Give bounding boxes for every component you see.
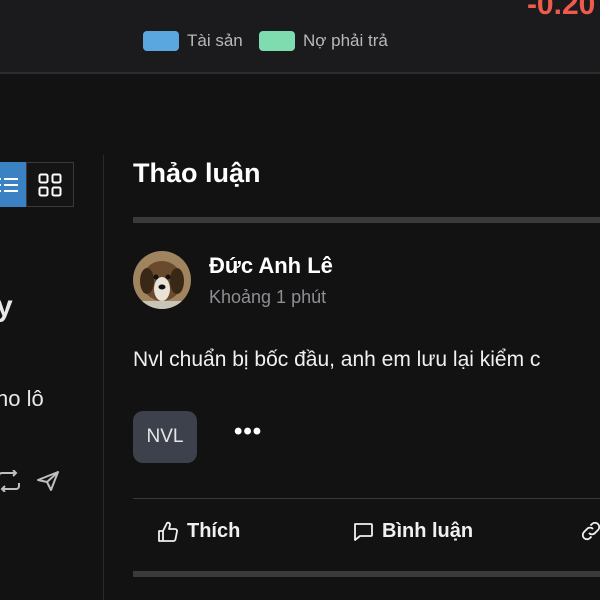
bottom-divider — [133, 571, 600, 577]
legend-label-assets: Tài sản — [187, 31, 243, 50]
section-title: Thảo luận — [133, 158, 261, 188]
list-view-button[interactable] — [0, 162, 26, 207]
grid-icon — [38, 173, 62, 196]
panel-divider — [103, 155, 104, 600]
share-link-button[interactable] — [580, 520, 600, 542]
post-timestamp: Khoảng 1 phút — [209, 287, 327, 307]
grid-view-button[interactable] — [26, 162, 74, 207]
price-change: -0.20 / — [526, 0, 600, 21]
link-icon — [581, 521, 600, 541]
repost-icon[interactable] — [0, 470, 22, 492]
thumbs-up-icon — [158, 521, 178, 542]
dog-avatar-image — [133, 251, 191, 309]
like-label: Thích — [187, 520, 241, 542]
post-content: Nvl chuẩn bị bốc đầu, anh em lưu lại kiể… — [133, 348, 541, 371]
left-action-icons — [0, 470, 60, 492]
comment-icon — [354, 522, 373, 541]
comment-button[interactable]: Bình luận — [352, 520, 473, 543]
legend-assets: Tài sản — [143, 31, 243, 51]
author-avatar[interactable] — [133, 251, 191, 309]
comment-label: Bình luận — [382, 520, 474, 542]
left-partial-heading: y — [0, 290, 13, 323]
top-summary-bar: -0.20 / Tài sản Nợ phải trả — [0, 0, 600, 74]
author-name[interactable]: Đức Anh Lê — [209, 253, 333, 279]
legend-swatch-assets — [143, 31, 179, 51]
more-options-button[interactable]: ••• — [234, 418, 262, 446]
send-icon[interactable] — [36, 470, 60, 492]
left-partial-text: no lô — [0, 386, 44, 411]
legend-liabilities: Nợ phải trả — [259, 31, 388, 51]
list-icon — [0, 177, 18, 192]
actions-divider — [133, 498, 600, 499]
legend-swatch-liabilities — [259, 31, 295, 51]
view-mode-toggle — [0, 162, 74, 207]
section-divider — [133, 217, 600, 223]
legend-label-liabilities: Nợ phải trả — [303, 31, 388, 50]
ticker-tag[interactable]: NVL — [133, 411, 197, 463]
like-button[interactable]: Thích — [157, 520, 240, 543]
